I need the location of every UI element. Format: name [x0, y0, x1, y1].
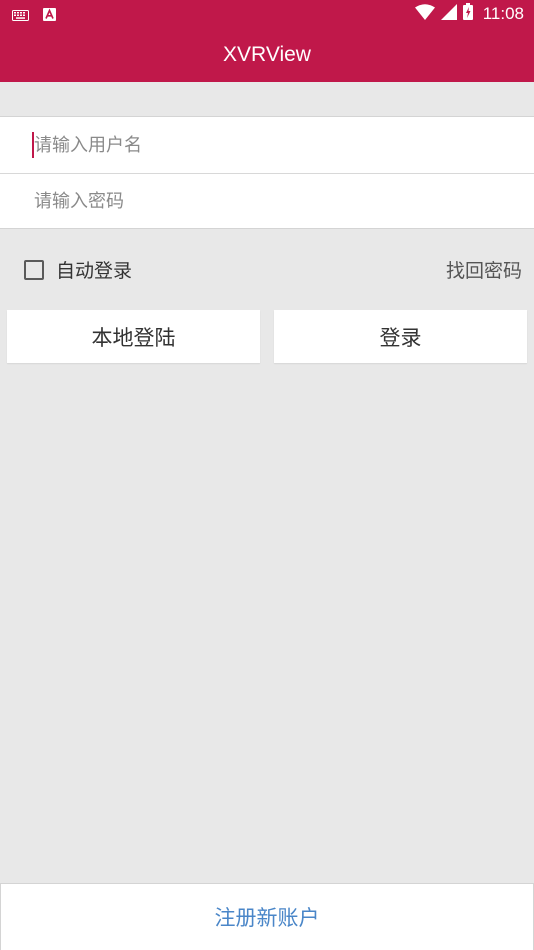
auto-login-checkbox[interactable] [24, 259, 44, 280]
status-left-icons [12, 6, 56, 25]
username-row [0, 117, 534, 173]
forgot-password-link[interactable]: 找回密码 [446, 256, 522, 283]
text-cursor [32, 132, 34, 158]
auto-login-label: 自动登录 [56, 260, 133, 282]
local-login-button[interactable]: 本地登陆 [7, 310, 260, 363]
app-title: XVRView [223, 42, 311, 66]
keyboard-icon [12, 6, 29, 25]
login-button[interactable]: 登录 [274, 310, 527, 363]
register-button[interactable]: 注册新账户 [0, 883, 534, 950]
status-right-icons: 11:08 [414, 3, 524, 25]
battery-icon [462, 3, 473, 25]
signal-icon [440, 3, 457, 25]
login-options: 自动登录 找回密码 [0, 250, 534, 288]
password-input[interactable] [0, 174, 534, 229]
auto-login-toggle[interactable]: 自动登录 [24, 256, 132, 283]
wifi-icon [414, 3, 435, 25]
status-time: 11:08 [482, 4, 524, 23]
credentials-form [0, 116, 534, 229]
a-notification-icon [43, 6, 56, 25]
status-bar: 11:08 [0, 0, 534, 27]
login-screen: 11:08 XVRView 自动登录 找回密码 本地登陆 登录 注册新账户 [0, 0, 534, 950]
app-bar: XVRView [0, 27, 534, 82]
password-row [0, 173, 534, 229]
register-label: 注册新账户 [214, 906, 320, 930]
username-input[interactable] [0, 117, 534, 173]
